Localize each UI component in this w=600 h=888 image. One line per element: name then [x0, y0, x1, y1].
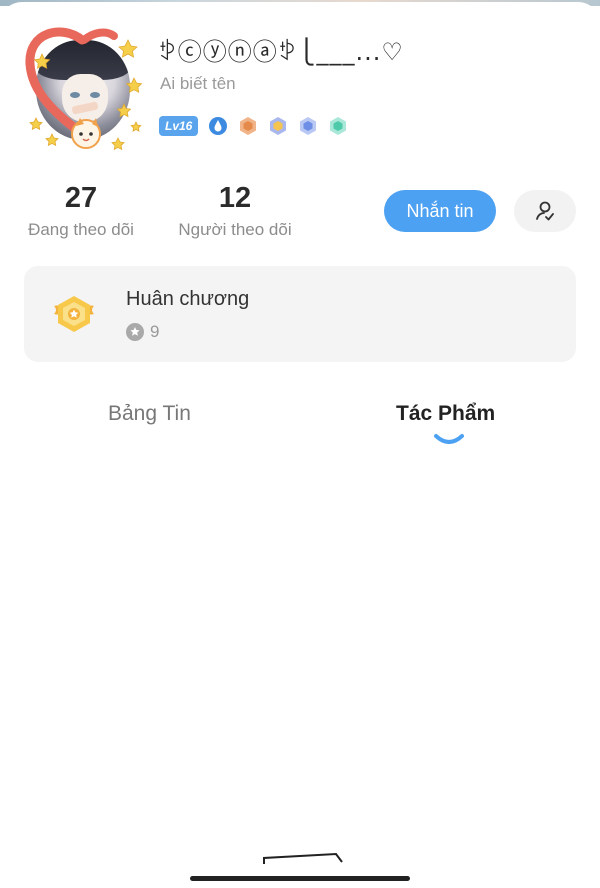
bottom-drawing-stroke: [263, 852, 343, 864]
followers-label: Người theo dõi: [178, 220, 292, 239]
badge-row: Lv16: [159, 116, 348, 136]
active-tab-indicator: [434, 434, 464, 444]
medal-count-row: 9: [126, 322, 159, 342]
profile-sheet: ꉣⓒⓨⓝⓐꉣ⎩___...♡ Ai biết tên Lv16 27 Đang …: [0, 2, 600, 888]
profile-subtitle: Ai biết tên: [160, 74, 236, 93]
purple-hexagon-badge-icon[interactable]: [268, 116, 288, 136]
following-count: 27: [64, 182, 98, 214]
follow-status-button[interactable]: [514, 190, 576, 232]
water-drop-badge-icon[interactable]: [208, 116, 228, 136]
teal-hexagon-badge-icon[interactable]: [328, 116, 348, 136]
medal-title: Huân chương: [126, 288, 250, 310]
user-check-icon: [536, 201, 554, 221]
message-button[interactable]: Nhắn tin: [384, 190, 496, 232]
bronze-hexagon-badge-icon[interactable]: [238, 116, 258, 136]
avatar-frame-decoration: [25, 27, 143, 151]
followers-stat[interactable]: 12 Người theo dõi: [172, 180, 298, 240]
profile-page: ꉣⓒⓨⓝⓐꉣ⎩___...♡ Ai biết tên Lv16 27 Đang …: [0, 0, 600, 888]
blue-hexagon-badge-icon[interactable]: [298, 116, 318, 136]
followers-count: 12: [218, 182, 252, 214]
tab-feed[interactable]: Bảng Tin: [108, 402, 191, 426]
avatar[interactable]: [22, 26, 144, 158]
home-indicator[interactable]: [190, 876, 410, 881]
following-stat[interactable]: 27 Đang theo dõi: [22, 180, 140, 240]
medal-card[interactable]: Huân chương 9: [24, 266, 576, 362]
medal-icon: [54, 296, 94, 332]
tab-works[interactable]: Tác Phẩm: [396, 402, 495, 426]
following-label: Đang theo dõi: [28, 220, 134, 239]
level-badge[interactable]: Lv16: [159, 116, 199, 136]
star-circle-icon: [126, 323, 144, 341]
medal-count: 9: [150, 322, 160, 341]
profile-name: ꉣⓒⓨⓝⓐꉣ⎩___...♡: [158, 38, 404, 66]
